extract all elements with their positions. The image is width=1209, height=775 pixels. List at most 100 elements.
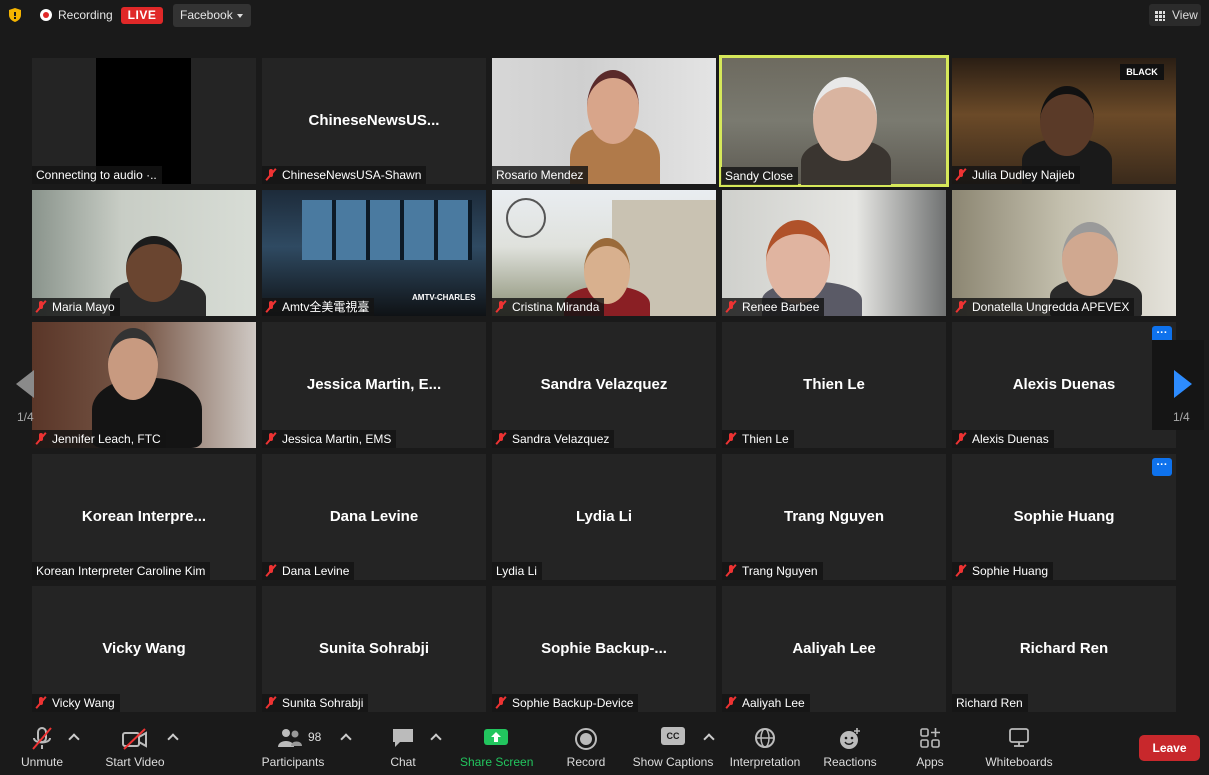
- participant-display-name: Lydia Li: [575, 508, 633, 525]
- participant-name-label: Sophie Huang: [952, 562, 1054, 580]
- chat-button[interactable]: Chat: [383, 717, 423, 775]
- grid-view-icon: [1155, 11, 1165, 21]
- video-tile[interactable]: Jennifer Leach, FTC: [32, 322, 256, 448]
- video-tile[interactable]: Jessica Martin, E... Jessica Martin, EMS: [262, 322, 486, 448]
- video-tile[interactable]: Donatella Ungredda APEVEX: [952, 190, 1176, 316]
- participant-name-label: ChineseNewsUSA-Shawn: [262, 166, 427, 184]
- security-shield-icon[interactable]: [9, 8, 21, 22]
- participant-name-label: Jennifer Leach, FTC: [32, 430, 166, 448]
- mic-muted-icon: [956, 433, 966, 445]
- closed-captions-icon: CC: [661, 727, 685, 745]
- participant-name-label: Vicky Wang: [32, 694, 120, 712]
- video-tile[interactable]: Sunita Sohrabji Sunita Sohrabji: [262, 586, 486, 712]
- video-tile[interactable]: BLACK Julia Dudley Najieb: [952, 58, 1176, 184]
- participant-name-label: Amtv全美電視臺: [262, 298, 375, 316]
- whiteboards-label: Whiteboards: [985, 755, 1053, 769]
- view-button[interactable]: View: [1149, 4, 1201, 26]
- video-tile[interactable]: Trang Nguyen Trang Nguyen: [722, 454, 946, 580]
- video-tile[interactable]: Vicky Wang Vicky Wang: [32, 586, 256, 712]
- meeting-toolbar: Unmute Start Video 98 Participants Chat …: [0, 717, 1209, 775]
- show-captions-button[interactable]: CC Show Captions: [632, 717, 714, 775]
- mic-muted-icon: [266, 433, 276, 445]
- smiley-plus-icon: [840, 728, 860, 749]
- video-tile[interactable]: Renee Barbee: [722, 190, 946, 316]
- video-tile[interactable]: Rosario Mendez: [492, 58, 716, 184]
- apps-button[interactable]: Apps: [908, 717, 952, 775]
- participant-name-label: Renee Barbee: [722, 298, 825, 316]
- mic-muted-icon: [496, 697, 506, 709]
- participant-name-label: Rosario Mendez: [492, 166, 589, 184]
- show-captions-label: Show Captions: [632, 755, 714, 769]
- audio-options-caret[interactable]: [68, 733, 80, 745]
- video-tile[interactable]: Richard Ren Richard Ren: [952, 586, 1176, 712]
- participants-button[interactable]: 98 Participants: [260, 717, 326, 775]
- video-tile[interactable]: Maria Mayo: [32, 190, 256, 316]
- video-tile[interactable]: Cristina Miranda: [492, 190, 716, 316]
- participant-name-label: Cristina Miranda: [492, 298, 605, 316]
- share-screen-label: Share Screen: [460, 755, 534, 769]
- live-badge[interactable]: LIVE: [121, 7, 163, 24]
- video-tile[interactable]: ··· Alexis Duenas Alexis Duenas: [952, 322, 1176, 448]
- record-button[interactable]: Record: [563, 717, 609, 775]
- mic-muted-icon: [266, 301, 276, 313]
- video-tile[interactable]: Lydia Li Lydia Li: [492, 454, 716, 580]
- recording-label: Recording: [58, 8, 113, 22]
- participant-display-name: Richard Ren: [1019, 640, 1109, 657]
- video-tile[interactable]: ChineseNewsUS... ChineseNewsUSA-Shawn: [262, 58, 486, 184]
- start-video-label: Start Video: [105, 755, 165, 769]
- participant-name-label: Donatella Ungredda APEVEX: [952, 298, 1135, 316]
- whiteboards-button[interactable]: Whiteboards: [982, 717, 1056, 775]
- previous-page-button[interactable]: 1/4: [4, 340, 56, 430]
- apps-label: Apps: [916, 755, 944, 769]
- participants-options-caret[interactable]: [340, 733, 352, 745]
- video-tile[interactable]: AMTV-CHARLES Amtv全美電視臺: [262, 190, 486, 316]
- recording-icon: [40, 9, 52, 21]
- video-overlay-text: AMTV-CHARLES: [412, 293, 476, 302]
- leave-meeting-button[interactable]: Leave: [1139, 735, 1200, 761]
- participant-name-label: Aaliyah Lee: [722, 694, 810, 712]
- record-label: Record: [566, 755, 606, 769]
- participant-head: [766, 220, 830, 304]
- video-tile[interactable]: ··· Sophie Huang Sophie Huang: [952, 454, 1176, 580]
- mic-muted-icon: [36, 433, 46, 445]
- participant-display-name: Sandra Velazquez: [540, 376, 668, 393]
- mic-muted-icon: [726, 301, 736, 313]
- participant-display-name: Alexis Duenas: [1012, 376, 1116, 393]
- top-bar: Recording LIVE Facebook View: [0, 0, 1209, 32]
- participant-head: [1040, 86, 1094, 156]
- participant-name-label: Sandy Close: [721, 167, 799, 185]
- share-screen-button[interactable]: Share Screen: [460, 717, 534, 775]
- video-tile[interactable]: Dana Levine Dana Levine: [262, 454, 486, 580]
- mic-muted-icon: [36, 301, 46, 313]
- start-video-button[interactable]: Start Video: [102, 717, 168, 775]
- chevron-right-icon: [1174, 370, 1192, 398]
- video-tile-active-speaker[interactable]: Sandy Close: [719, 55, 949, 187]
- video-tile[interactable]: Connecting to audio ·..: [32, 58, 256, 184]
- next-page-button[interactable]: 1/4: [1152, 340, 1204, 430]
- participant-name-label: Alexis Duenas: [952, 430, 1054, 448]
- tile-more-options-button[interactable]: ···: [1152, 458, 1172, 476]
- interpretation-button[interactable]: Interpretation: [726, 717, 804, 775]
- participant-head: [1062, 222, 1118, 296]
- chat-options-caret[interactable]: [430, 733, 442, 745]
- view-label: View: [1172, 8, 1198, 22]
- reactions-button[interactable]: Reactions: [822, 717, 878, 775]
- participant-name-label: Sandra Velazquez: [492, 430, 615, 448]
- recording-indicator[interactable]: Recording: [40, 8, 113, 22]
- participant-name-label: Dana Levine: [262, 562, 355, 580]
- participant-head: [813, 77, 877, 161]
- video-tile[interactable]: Sophie Backup-... Sophie Backup-Device: [492, 586, 716, 712]
- video-feed: [302, 200, 472, 260]
- participant-display-name: Korean Interpre...: [81, 508, 207, 525]
- participant-name-label: Julia Dudley Najieb: [952, 166, 1080, 184]
- stream-target-dropdown[interactable]: Facebook: [173, 4, 251, 27]
- video-tile[interactable]: Sandra Velazquez Sandra Velazquez: [492, 322, 716, 448]
- video-tile[interactable]: Aaliyah Lee Aaliyah Lee: [722, 586, 946, 712]
- video-tile[interactable]: Thien Le Thien Le: [722, 322, 946, 448]
- video-options-caret[interactable]: [167, 733, 179, 745]
- unmute-button[interactable]: Unmute: [14, 717, 70, 775]
- video-tile[interactable]: Korean Interpre... Korean Interpreter Ca…: [32, 454, 256, 580]
- participant-name-label: Maria Mayo: [32, 298, 120, 316]
- seal-logo: [506, 198, 546, 238]
- participants-label: Participants: [261, 755, 325, 769]
